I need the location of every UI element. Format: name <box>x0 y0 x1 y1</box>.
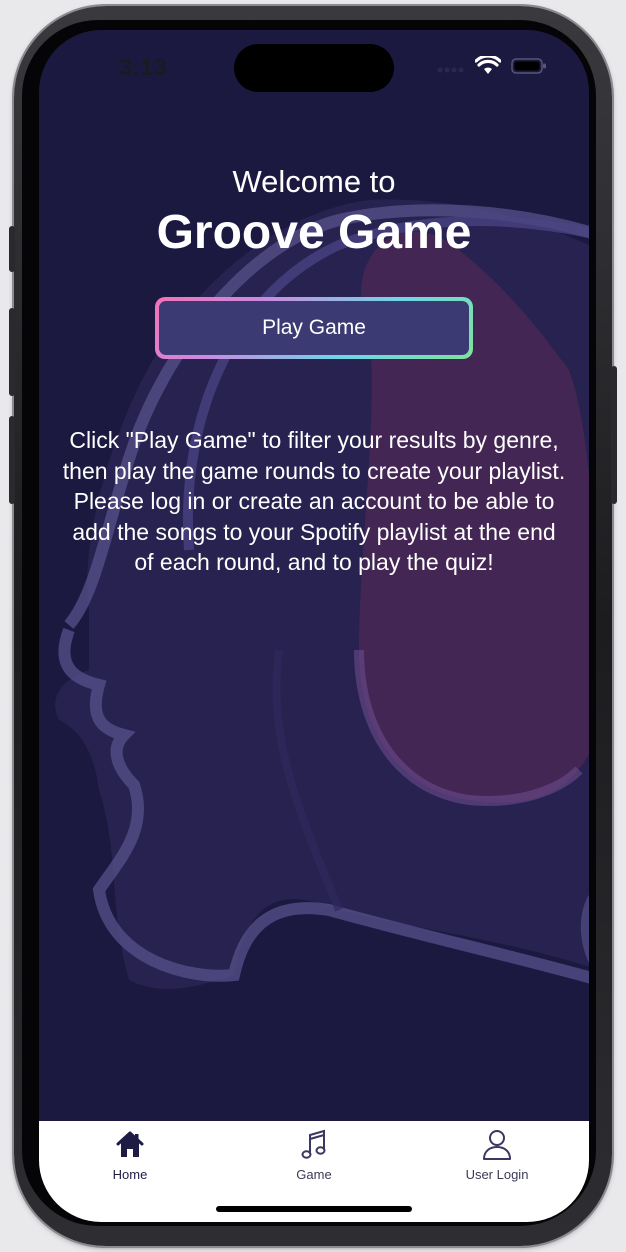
volume-up-button <box>9 308 15 396</box>
play-game-button[interactable]: Play Game <box>155 297 473 359</box>
app-title: Groove Game <box>156 206 472 259</box>
tab-home[interactable]: Home <box>60 1121 200 1191</box>
music-note-icon <box>301 1129 327 1161</box>
home-icon <box>115 1129 145 1161</box>
instructions-text: Click "Play Game" to filter your results… <box>62 427 566 576</box>
volume-down-button <box>9 416 15 504</box>
welcome-text: Welcome to <box>232 164 396 199</box>
power-button <box>611 366 617 504</box>
tab-user-login[interactable]: User Login <box>427 1121 567 1191</box>
signal-icon <box>437 58 465 79</box>
tab-game-label: Game <box>296 1167 332 1182</box>
tab-game[interactable]: Game <box>244 1121 384 1191</box>
dynamic-island <box>234 44 394 92</box>
action-button <box>9 226 15 272</box>
status-icons <box>437 54 547 81</box>
home-indicator <box>216 1206 412 1212</box>
user-icon <box>482 1129 512 1161</box>
tab-home-label: Home <box>112 1167 148 1182</box>
app-screen: 3:13 Welcome to Groove Game Play Game Cl… <box>39 30 589 1222</box>
tab-user-login-label: User Login <box>465 1167 529 1182</box>
wifi-icon <box>474 54 502 81</box>
play-game-button-label: Play Game <box>159 301 469 355</box>
status-time: 3:13 <box>119 54 168 80</box>
battery-icon <box>511 57 547 80</box>
